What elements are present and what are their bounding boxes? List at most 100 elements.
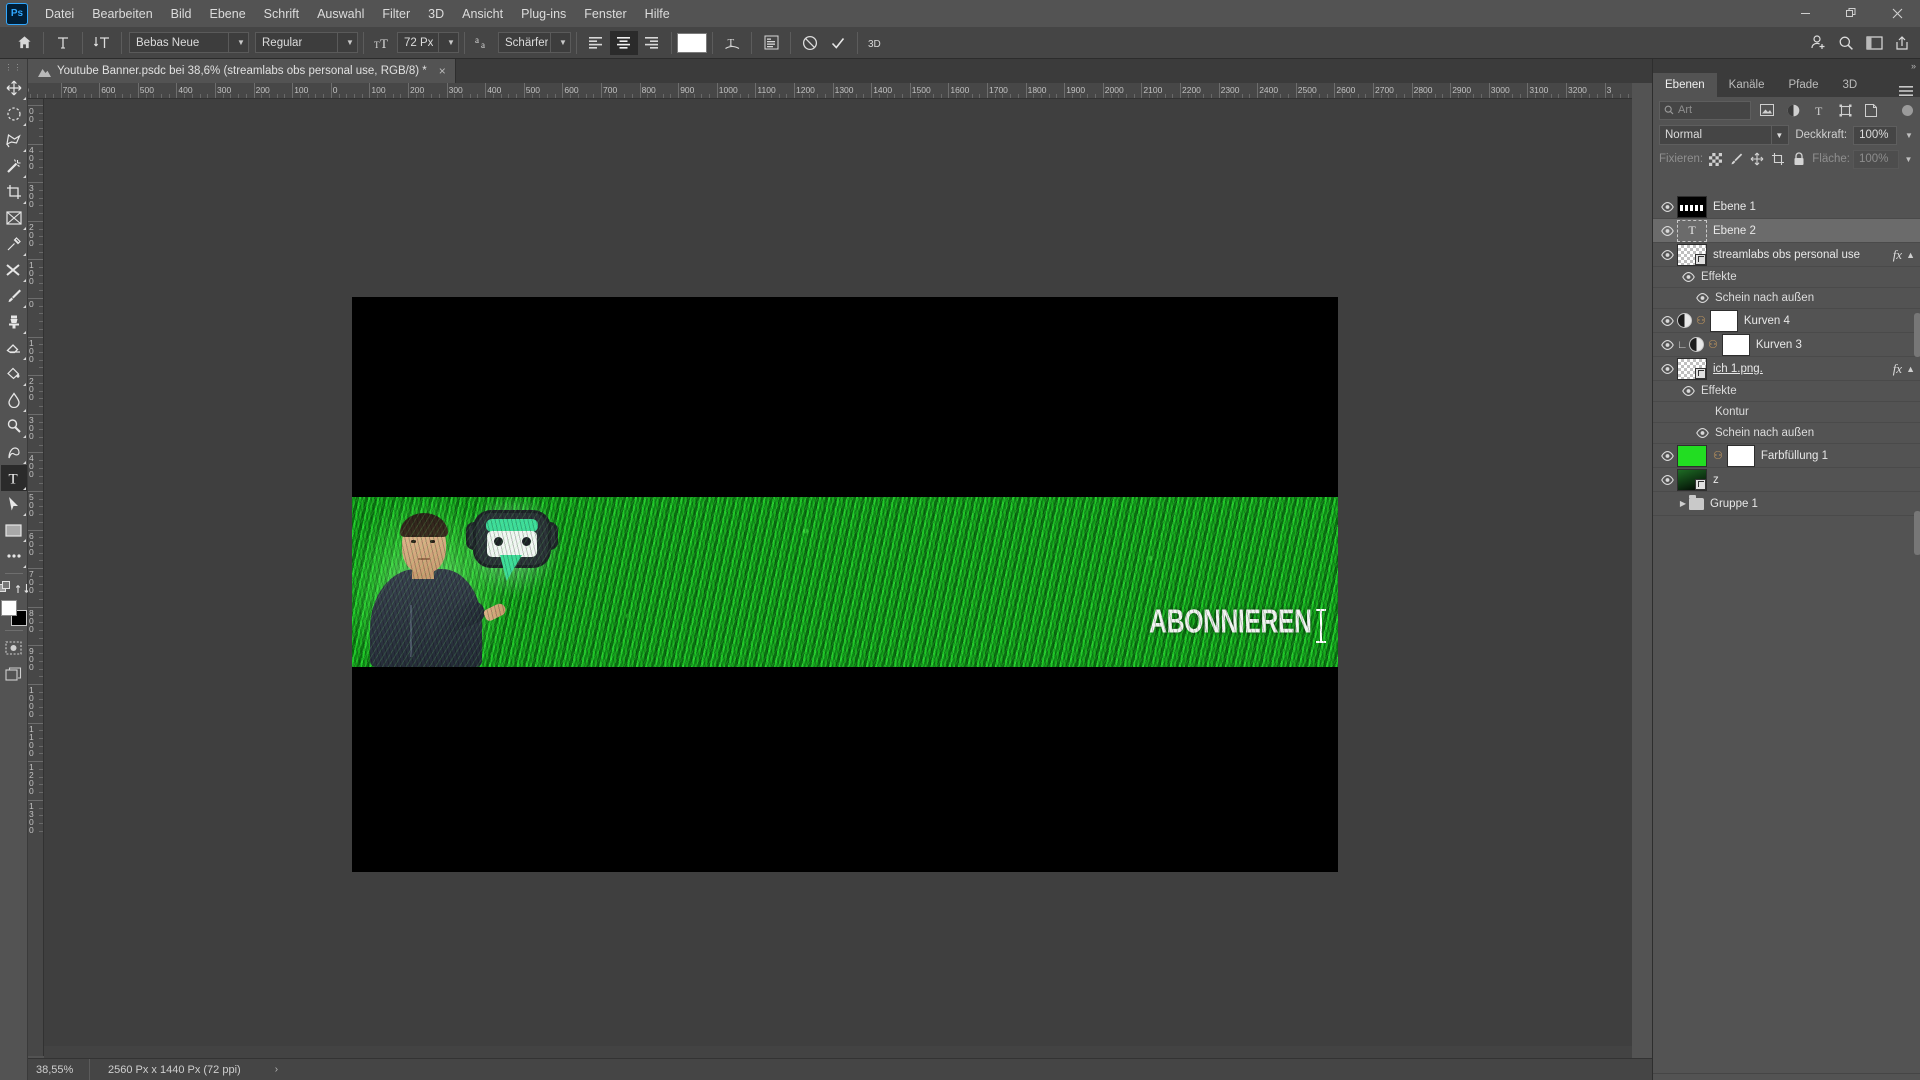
font-family-select[interactable]: Bebas Neue ▼ — [129, 32, 249, 53]
layer-visibility-toggle[interactable] — [1657, 197, 1677, 217]
menu-item-3d[interactable]: 3D — [419, 3, 453, 25]
effect-visibility-toggle-off[interactable] — [1693, 403, 1711, 421]
screen-mode-icon[interactable] — [1, 661, 27, 687]
layer-visibility-toggle[interactable] — [1657, 335, 1677, 355]
effect-visibility-toggle[interactable] — [1693, 424, 1711, 442]
chevron-right-icon[interactable]: ▶ — [1677, 499, 1689, 508]
layer-effects-fx-icon[interactable]: fx — [1893, 361, 1906, 377]
menu-item-schrift[interactable]: Schrift — [255, 3, 308, 25]
layer-row[interactable]: ∟ ⚇ Kurven 3 — [1653, 333, 1920, 357]
layer-mask-thumbnail[interactable] — [1721, 333, 1750, 356]
chevron-up-icon[interactable]: ▲ — [1906, 250, 1920, 260]
close-button[interactable] — [1874, 0, 1920, 27]
font-style-select[interactable]: Regular ▼ — [255, 32, 358, 53]
layer-row[interactable]: streamlabs obs personal use fx ▲ — [1653, 243, 1920, 267]
menu-item-ansicht[interactable]: Ansicht — [453, 3, 512, 25]
filter-toggle-switch[interactable] — [1902, 104, 1913, 116]
layer-name[interactable]: Ebene 2 — [1713, 225, 1920, 237]
crop-tool[interactable] — [1, 179, 27, 205]
opacity-chevron-down-icon[interactable]: ▼ — [1903, 131, 1915, 140]
layer-visibility-toggle[interactable] — [1657, 359, 1677, 379]
eyedropper-tool[interactable] — [1, 231, 27, 257]
collapse-panels-icon[interactable]: » — [1911, 61, 1916, 71]
toggle-text-orientation-icon[interactable] — [88, 31, 116, 55]
lock-image-icon[interactable] — [1727, 150, 1745, 168]
fill-chevron-down-icon[interactable]: ▼ — [1902, 155, 1915, 164]
frame-tool[interactable] — [1, 205, 27, 231]
panel-tab-pfade[interactable]: Pfade — [1776, 73, 1831, 97]
layer-name[interactable]: Gruppe 1 — [1710, 498, 1920, 510]
layer-fx-scroll-thumb[interactable] — [1914, 313, 1920, 357]
elliptical-marquee-tool[interactable] — [1, 101, 27, 127]
layer-name[interactable]: Farbfüllung 1 — [1761, 450, 1920, 462]
toolbar-drag-handle[interactable]: ⋮⋮ — [5, 63, 23, 75]
menu-item-hilfe[interactable]: Hilfe — [636, 3, 679, 25]
filter-shape-icon[interactable] — [1835, 100, 1855, 120]
text-color-swatch[interactable] — [677, 32, 707, 53]
layer-visibility-toggle[interactable] — [1657, 494, 1677, 514]
layer-thumbnail[interactable] — [1677, 195, 1707, 218]
zoom-level-input[interactable]: 38,55% — [28, 1058, 90, 1080]
link-mask-icon[interactable]: ⚇ — [1713, 449, 1723, 462]
clone-stamp-tool[interactable] — [1, 309, 27, 335]
layer-name[interactable]: Kurven 4 — [1744, 315, 1920, 327]
layer-mask-thumbnail[interactable] — [1726, 444, 1755, 467]
menu-item-bild[interactable]: Bild — [162, 3, 201, 25]
share-icon[interactable] — [1888, 31, 1916, 55]
menu-item-bearbeiten[interactable]: Bearbeiten — [83, 3, 161, 25]
layer-thumbnail[interactable] — [1677, 357, 1707, 380]
layer-name[interactable]: Kurven 3 — [1756, 339, 1920, 351]
3d-text-icon[interactable]: 3D — [863, 31, 891, 55]
lock-all-icon[interactable] — [1790, 150, 1808, 168]
banner-subscribe-text[interactable]: ABONNIEREN — [1150, 602, 1313, 641]
layer-visibility-toggle[interactable] — [1657, 311, 1677, 331]
layer-row[interactable]: ⚇ Kurven 4 — [1653, 309, 1920, 333]
search-icon[interactable] — [1832, 31, 1860, 55]
menu-item-ebene[interactable]: Ebene — [201, 3, 255, 25]
eraser-tool[interactable] — [1, 335, 27, 361]
effects-visibility-toggle[interactable] — [1679, 382, 1697, 400]
layer-visibility-toggle[interactable] — [1657, 245, 1677, 265]
layer-row[interactable]: ⚇ Farbfüllung 1 — [1653, 444, 1920, 468]
foreground-color-swatch[interactable] — [0, 600, 17, 616]
foreground-background-colors[interactable] — [0, 600, 27, 626]
chevron-up-icon[interactable]: ▲ — [1906, 364, 1920, 374]
blur-tool[interactable] — [1, 387, 27, 413]
layer-row[interactable]: ich 1.png. fx ▲ — [1653, 357, 1920, 381]
document-tab[interactable]: Youtube Banner.psdc bei 38,6% (streamlab… — [28, 59, 456, 83]
magic-wand-tool[interactable] — [1, 153, 27, 179]
layer-row[interactable]: Ebene 1 — [1653, 195, 1920, 219]
character-paragraph-panels-icon[interactable] — [757, 31, 785, 55]
layer-name[interactable]: streamlabs obs personal use — [1713, 249, 1893, 261]
panel-tab-3d[interactable]: 3D — [1830, 73, 1870, 97]
move-tool[interactable] — [1, 75, 27, 101]
add-collaborator-icon[interactable] — [1804, 31, 1832, 55]
filter-pixel-icon[interactable] — [1757, 100, 1777, 120]
layer-thumbnail[interactable]: T — [1677, 219, 1707, 242]
layer-fx-scroll-thumb[interactable] — [1914, 511, 1920, 555]
layer-name[interactable]: ich 1.png. — [1713, 363, 1893, 375]
layer-effect-item[interactable]: Schein nach außen — [1653, 423, 1920, 444]
type-tool[interactable]: T — [0, 465, 27, 491]
layer-name[interactable]: z — [1713, 474, 1920, 486]
opacity-input[interactable]: 100% — [1853, 125, 1897, 145]
layer-thumbnail[interactable] — [1677, 243, 1707, 266]
layer-visibility-toggle[interactable] — [1657, 446, 1677, 466]
dodge-tool[interactable] — [1, 413, 27, 439]
text-orientation-icon[interactable] — [49, 31, 77, 55]
minimize-button[interactable] — [1782, 0, 1828, 27]
filter-smart-object-icon[interactable] — [1861, 100, 1881, 120]
menu-item-filter[interactable]: Filter — [373, 3, 419, 25]
quick-mask-icon[interactable] — [1, 635, 27, 661]
youtube-banner-artwork[interactable]: ABONNIEREN — [352, 497, 1338, 667]
status-expand-icon[interactable]: › — [241, 1064, 278, 1075]
lock-artboard-icon[interactable] — [1769, 150, 1787, 168]
canvas-area[interactable]: ABONNIEREN — [44, 99, 1632, 1056]
panel-tab-ebenen[interactable]: Ebenen — [1653, 73, 1717, 97]
link-mask-icon[interactable]: ⚇ — [1708, 338, 1718, 351]
menu-item-fenster[interactable]: Fenster — [575, 3, 635, 25]
paint-bucket-tool[interactable] — [1, 361, 27, 387]
brush-tool[interactable] — [1, 283, 27, 309]
align-left-icon[interactable] — [582, 31, 610, 55]
layer-effects-group[interactable]: Effekte — [1653, 381, 1920, 402]
